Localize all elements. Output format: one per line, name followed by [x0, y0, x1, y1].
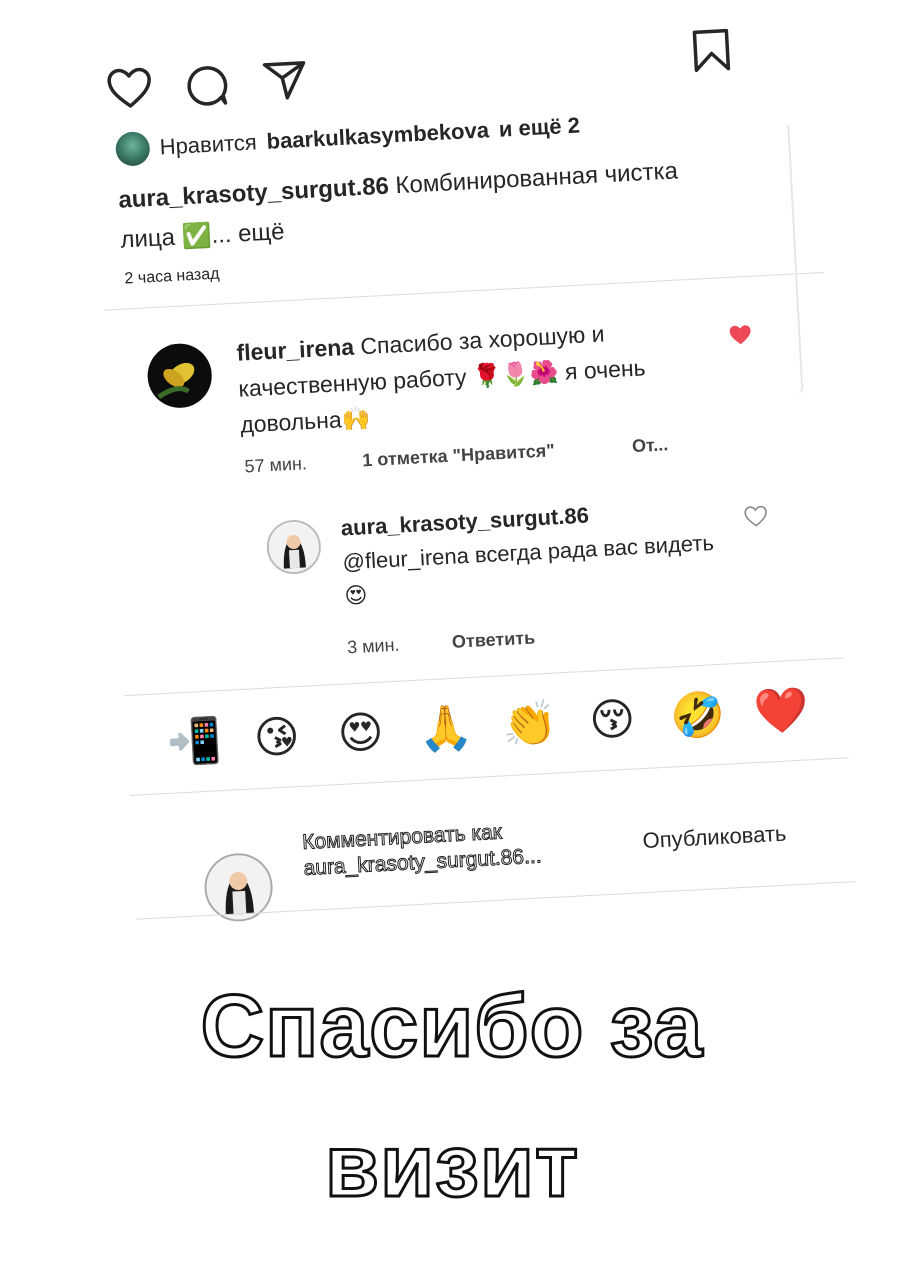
reply-heart-icon[interactable] [743, 505, 768, 528]
commenter-avatar[interactable] [146, 342, 214, 410]
emoji-button[interactable]: 👏 [501, 697, 558, 752]
liker-username[interactable]: baarkulkasymbekova [266, 117, 490, 155]
overlay-text-line2: визит [323, 1115, 580, 1217]
emoji-button[interactable]: 📲 [166, 714, 223, 769]
reply-text: @fleur_irena всегда рада вас видеть 😍 [342, 530, 715, 609]
comment-time: 57 мин. [244, 453, 308, 477]
reply-body: aura_krasoty_surgut.86 @fleur_irena всег… [340, 492, 725, 614]
post-timestamp: 2 часа назад [124, 265, 220, 288]
emoji-button[interactable]: 😚 [585, 693, 640, 747]
bookmark-icon[interactable] [690, 26, 732, 74]
reply-username[interactable]: aura_krasoty_surgut.86 [340, 503, 589, 541]
post-caption: aura_krasoty_surgut.86 Комбинированная ч… [117, 148, 740, 260]
publish-button[interactable]: Опубликовать [642, 821, 787, 854]
emoji-button[interactable]: ❤️ [753, 683, 810, 738]
comment-liked-heart-icon[interactable] [728, 324, 753, 347]
emoji-button[interactable]: 😘 [249, 710, 304, 764]
comment-username[interactable]: fleur_irena [236, 334, 355, 366]
likes-prefix: Нравится [159, 129, 258, 160]
reply-time: 3 мин. [346, 634, 400, 658]
replier-avatar[interactable] [265, 518, 323, 576]
comment-icon[interactable] [183, 63, 229, 109]
emoji-button[interactable]: 😍 [333, 706, 388, 760]
instagram-post-card: Нравится baarkulkasymbekova и ещё 2 aura… [90, 1, 875, 924]
emoji-button[interactable]: 🤣 [669, 688, 726, 743]
likes-suffix[interactable]: и ещё 2 [498, 112, 580, 142]
reply-answer-button[interactable]: Ответить [451, 628, 535, 653]
comment-reply-button[interactable]: От... [631, 434, 668, 457]
comment-input[interactable]: Комментировать как aura_krasoty_surgut.8… [301, 813, 624, 882]
overlay-text-line1: Спасибо за [199, 975, 704, 1077]
quick-emoji-bar: 📲 😘 😍 🙏 👏 😚 🤣 ❤️ [166, 683, 810, 769]
scroll-edge [783, 123, 804, 394]
liker-avatar [114, 131, 151, 167]
heart-icon[interactable] [106, 67, 154, 111]
share-icon[interactable] [261, 57, 309, 103]
emoji-button[interactable]: 🙏 [417, 701, 474, 756]
comment-likes-count[interactable]: 1 отметка "Нравится" [362, 440, 555, 471]
caption-username[interactable]: aura_krasoty_surgut.86 [118, 173, 390, 214]
likes-summary[interactable]: Нравится baarkulkasymbekova и ещё 2 [114, 109, 581, 167]
comment-body: fleur_irena Спасибо за хорошую и качеств… [236, 313, 661, 443]
